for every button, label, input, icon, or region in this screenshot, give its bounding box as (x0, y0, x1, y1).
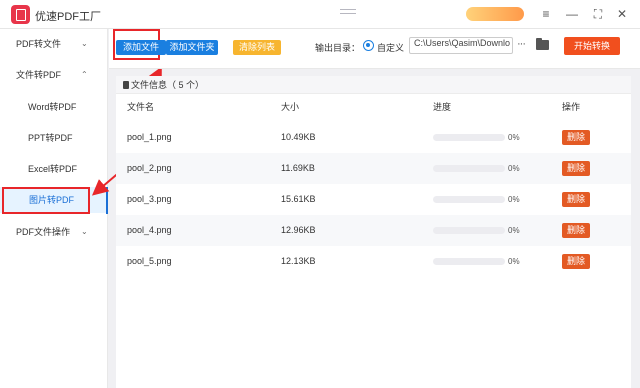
progress-text: 0% (508, 164, 520, 173)
progress-bar (433, 196, 505, 203)
folder-icon[interactable] (536, 38, 549, 50)
custom-radio-label: 自定义 (377, 43, 405, 53)
sidebar-group-file-to-pdf[interactable]: 文件转PDF ⌃ (0, 62, 108, 88)
column-header-action: 操作 (562, 102, 581, 112)
close-icon[interactable]: ✕ (614, 6, 630, 22)
app-logo-icon (11, 5, 30, 24)
sidebar-group-pdf-operations[interactable]: PDF文件操作 ⌄ (0, 219, 108, 245)
table-header: 文件名 大小 进度 操作 (116, 98, 631, 116)
delete-button[interactable]: 删除 (562, 192, 590, 207)
file-name: pool_2.png (127, 163, 172, 173)
table-row[interactable]: pool_5.png 12.13KB 0% 删除 (116, 246, 631, 277)
sidebar-group-label: 文件转PDF (16, 70, 62, 80)
start-convert-button[interactable]: 开始转换 (564, 37, 620, 55)
menu-lines-icon (340, 9, 356, 19)
progress-bar (433, 258, 505, 265)
file-size: 12.96KB (281, 225, 316, 235)
sidebar-group-pdf-to-file[interactable]: PDF转文件 ⌄ (0, 31, 108, 57)
chevron-up-icon: ⌃ (81, 70, 88, 79)
progress-text: 0% (508, 195, 520, 204)
output-dir-label: 输出目录： (315, 43, 361, 53)
active-indicator (106, 187, 108, 214)
file-size: 10.49KB (281, 132, 316, 142)
file-info-bar: 文件信息（ 5 个） (116, 76, 631, 94)
delete-button[interactable]: 删除 (562, 130, 590, 145)
account-badge[interactable] (466, 7, 524, 21)
sidebar-item-ppt-to-pdf[interactable]: PPT转PDF (0, 125, 108, 151)
column-header-progress: 进度 (433, 102, 452, 112)
progress-text: 0% (508, 257, 520, 266)
app-title: 优速PDF工厂 (35, 11, 101, 23)
add-file-button[interactable]: 添加文件 (116, 40, 166, 55)
delete-button[interactable]: 删除 (562, 161, 590, 176)
table-row[interactable]: pool_3.png 15.61KB 0% 删除 (116, 184, 631, 215)
progress-text: 0% (508, 226, 520, 235)
more-options-icon[interactable]: ··· (517, 38, 526, 50)
title-bar: 优速PDF工厂 ≡ — ⛶ ✕ (0, 0, 640, 29)
sidebar: PDF转文件 ⌄ 文件转PDF ⌃ Word转PDF PPT转PDF Excel… (0, 29, 108, 388)
delete-button[interactable]: 删除 (562, 223, 590, 238)
chevron-down-icon: ⌄ (81, 227, 88, 236)
sidebar-group-label: PDF转文件 (16, 39, 62, 49)
column-header-size: 大小 (281, 102, 300, 112)
sidebar-item-excel-to-pdf[interactable]: Excel转PDF (0, 156, 108, 182)
sidebar-item-word-to-pdf[interactable]: Word转PDF (0, 94, 108, 120)
add-folder-button[interactable]: 添加文件夹 (166, 40, 218, 55)
minimize-icon[interactable]: — (564, 6, 580, 22)
file-name: pool_1.png (127, 132, 172, 142)
file-name: pool_4.png (127, 225, 172, 235)
column-header-name: 文件名 (127, 102, 155, 112)
table-row[interactable]: pool_2.png 11.69KB 0% 删除 (116, 153, 631, 184)
toolbar: 添加文件 添加文件夹 清除列表 输出目录： 自定义 C:\Users\Qasim… (109, 29, 640, 69)
document-icon (123, 81, 129, 89)
file-size: 15.61KB (281, 194, 316, 204)
chevron-down-icon: ⌄ (81, 39, 88, 48)
file-list-panel: 文件信息（ 5 个） 文件名 大小 进度 操作 pool_1.png 10.49… (116, 76, 631, 388)
file-name: pool_5.png (127, 256, 172, 266)
sidebar-item-label: PPT转PDF (28, 133, 73, 143)
clear-list-button[interactable]: 清除列表 (233, 40, 281, 55)
progress-bar (433, 227, 505, 234)
sidebar-group-label: PDF文件操作 (16, 227, 71, 237)
file-size: 12.13KB (281, 256, 316, 266)
output-path-field[interactable]: C:\Users\Qasim\Downlo (409, 37, 513, 54)
delete-button[interactable]: 删除 (562, 254, 590, 269)
table-row[interactable]: pool_1.png 10.49KB 0% 删除 (116, 122, 631, 153)
file-info-label: 文件信息（ 5 个） (131, 80, 205, 90)
menu-icon[interactable]: ≡ (538, 6, 554, 22)
annotation-highlight-box (2, 187, 90, 214)
progress-text: 0% (508, 133, 520, 142)
file-name: pool_3.png (127, 194, 172, 204)
file-size: 11.69KB (281, 163, 315, 173)
progress-bar (433, 134, 505, 141)
progress-bar (433, 165, 505, 172)
sidebar-item-label: Excel转PDF (28, 164, 78, 174)
table-row[interactable]: pool_4.png 12.96KB 0% 删除 (116, 215, 631, 246)
custom-radio[interactable] (363, 40, 374, 51)
maximize-icon[interactable]: ⛶ (590, 6, 606, 22)
sidebar-item-label: Word转PDF (28, 102, 77, 112)
